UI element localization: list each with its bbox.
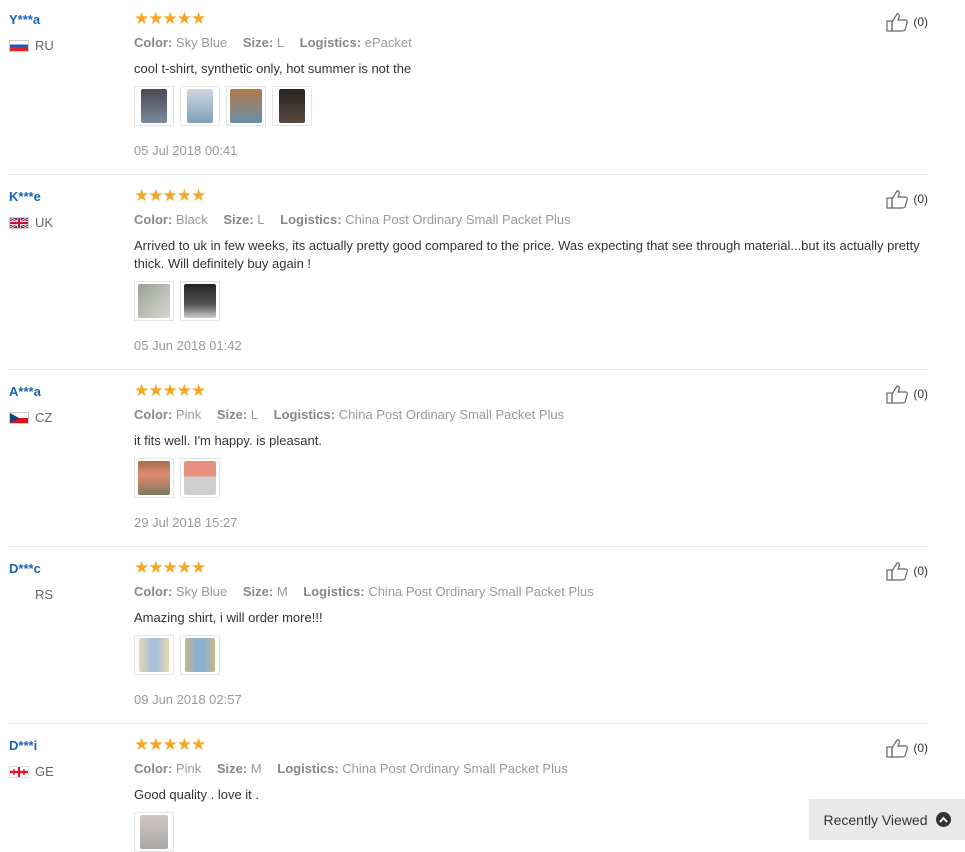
thumbs-up-icon <box>886 13 909 32</box>
review-photo[interactable] <box>180 86 220 126</box>
review-meta: Color: Black Size: L Logistics: China Po… <box>134 212 571 227</box>
review-meta: Color: Sky Blue Size: L Logistics: ePack… <box>134 35 412 50</box>
country-code: CZ <box>35 410 53 425</box>
country-code: RU <box>35 38 54 53</box>
review-photo[interactable] <box>180 281 220 321</box>
review-photo[interactable] <box>226 86 266 126</box>
thumbs-up-icon <box>886 385 909 404</box>
recently-viewed-button[interactable]: Recently Viewed <box>809 799 965 840</box>
size-value: L <box>257 212 265 227</box>
like-button[interactable]: (0) <box>886 189 928 209</box>
logistics-value: China Post Ordinary Small Packet Plus <box>345 212 571 227</box>
like-count: (0) <box>913 387 928 401</box>
review-meta: Color: Pink Size: M Logistics: China Pos… <box>134 761 568 776</box>
divider <box>8 369 928 370</box>
flag-uk-icon <box>9 216 29 229</box>
divider <box>8 174 928 175</box>
reviewer-name[interactable]: D***c <box>9 561 41 576</box>
star-rating: ★★★★★ <box>134 735 206 754</box>
review-text: Arrived to uk in few weeks, its actually… <box>134 238 920 271</box>
size-value: M <box>276 584 288 599</box>
size-value: M <box>250 761 262 776</box>
country-code: GE <box>35 764 54 779</box>
size-value: L <box>250 407 259 422</box>
review-photo[interactable] <box>134 635 174 675</box>
reviewer-name[interactable]: A***a <box>9 384 41 399</box>
like-button[interactable]: (0) <box>886 12 928 32</box>
review-photo[interactable] <box>180 635 220 675</box>
reviewer-country: GE <box>9 764 54 779</box>
review-date: 05 Jul 2018 00:41 <box>134 143 238 158</box>
color-value: Sky Blue <box>175 584 228 599</box>
divider <box>8 723 928 724</box>
review-photo[interactable] <box>180 458 220 498</box>
flag-cz-icon <box>9 411 29 424</box>
review-meta: Color: Sky Blue Size: M Logistics: China… <box>134 584 594 599</box>
like-button[interactable]: (0) <box>886 561 928 581</box>
review-text: cool t-shirt, synthetic only, hot summer… <box>134 61 412 76</box>
review-photo[interactable] <box>272 86 312 126</box>
review-photos <box>134 812 174 852</box>
color-value: Pink <box>175 407 202 422</box>
divider <box>8 546 928 547</box>
country-code: RS <box>35 587 54 602</box>
flag-ge-icon <box>9 765 29 778</box>
reviewer-country: CZ <box>9 410 52 425</box>
star-rating: ★★★★★ <box>134 186 206 205</box>
thumbs-up-icon <box>886 190 909 209</box>
review-date: 05 Jun 2018 01:42 <box>134 338 242 353</box>
flag-ru-icon <box>9 39 29 52</box>
logistics-value: China Post Ordinary Small Packet Plus <box>342 761 568 776</box>
reviewer-name[interactable]: D***i <box>9 738 37 753</box>
review-photos <box>134 86 312 126</box>
review-date: 29 Jul 2018 15:27 <box>134 515 238 530</box>
like-count: (0) <box>913 741 928 755</box>
review-photo[interactable] <box>134 281 174 321</box>
review-photo[interactable] <box>134 458 174 498</box>
thumbs-up-icon <box>886 739 909 758</box>
logistics-value: ePacket <box>364 35 412 50</box>
flag-rs-icon <box>9 589 29 601</box>
review-photo[interactable] <box>134 812 174 852</box>
review-photo[interactable] <box>134 86 174 126</box>
review-meta: Color: Pink Size: L Logistics: China Pos… <box>134 407 565 422</box>
review-photos <box>134 458 220 498</box>
review-photos <box>134 281 220 321</box>
logistics-value: China Post Ordinary Small Packet Plus <box>338 407 565 422</box>
like-button[interactable]: (0) <box>886 738 928 758</box>
recently-viewed-label: Recently Viewed <box>823 811 928 828</box>
like-count: (0) <box>913 564 928 578</box>
color-value: Pink <box>175 761 202 776</box>
reviewer-name[interactable]: Y***a <box>9 12 40 27</box>
review-photos <box>134 635 220 675</box>
thumbs-up-icon <box>886 562 909 581</box>
chevron-up-icon <box>935 812 951 827</box>
star-rating: ★★★★★ <box>134 558 206 577</box>
review-text: it fits well. I'm happy. is pleasant. <box>134 433 322 448</box>
review-text: Amazing shirt, i will order more!!! <box>134 610 323 625</box>
star-rating: ★★★★★ <box>134 381 206 400</box>
color-value: Sky Blue <box>175 35 228 50</box>
star-rating: ★★★★★ <box>134 9 206 28</box>
like-count: (0) <box>913 15 928 29</box>
size-value: L <box>276 35 285 50</box>
reviewer-country: UK <box>9 215 53 230</box>
review-date: 09 Jun 2018 02:57 <box>134 692 242 707</box>
country-code: UK <box>35 215 54 230</box>
logistics-value: China Post Ordinary Small Packet Plus <box>368 584 594 599</box>
like-count: (0) <box>913 192 928 206</box>
like-button[interactable]: (0) <box>886 384 928 404</box>
color-value: Black <box>175 212 208 227</box>
reviewer-country: RU <box>9 38 54 53</box>
reviewer-name[interactable]: K***e <box>9 189 41 204</box>
reviewer-country: RS <box>9 587 53 602</box>
